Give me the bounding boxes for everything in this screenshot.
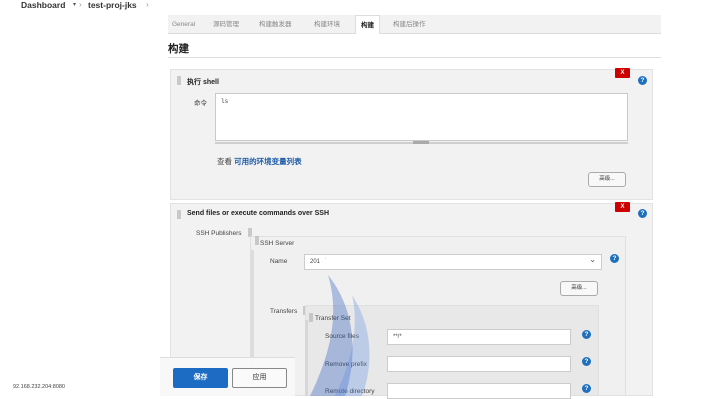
page-title: 构建: [168, 43, 189, 55]
name-select-value: 201: [310, 259, 321, 265]
breadcrumb: Dashboard ▾ › test-proj-jks ›: [0, 0, 701, 12]
source-files-input[interactable]: **/*: [387, 329, 571, 345]
drag-handle-icon[interactable]: [255, 236, 259, 245]
env-vars-link[interactable]: 可用的环境变量列表: [234, 157, 302, 166]
tab-general[interactable]: General: [172, 15, 195, 34]
tab-post-build[interactable]: 构建后操作: [393, 15, 426, 34]
select-tick: ˋ: [324, 259, 327, 265]
shell-step-title: 执行 shell: [187, 79, 219, 86]
chevron-down-icon: ⌄: [589, 255, 596, 264]
env-vars-prefix: 查看: [217, 157, 232, 166]
drag-handle-icon[interactable]: [177, 210, 181, 219]
chevron-right-icon: ›: [146, 0, 149, 9]
resize-grip-icon[interactable]: [413, 141, 429, 144]
ssh-step-title: Send files or execute commands over SSH: [187, 210, 329, 217]
command-label: 命令: [194, 100, 207, 107]
help-icon[interactable]: ?: [582, 330, 591, 339]
transfers-label: Transfers: [270, 308, 298, 315]
help-icon[interactable]: ?: [610, 254, 619, 263]
remove-prefix-input[interactable]: [387, 356, 571, 372]
command-text: ls: [221, 98, 229, 105]
help-icon[interactable]: ?: [638, 76, 647, 85]
help-icon[interactable]: ?: [638, 209, 647, 218]
section-divider: [168, 57, 661, 58]
ssh-publishers-label: SSH Publishers: [196, 230, 242, 237]
tab-triggers[interactable]: 构建触发器: [259, 15, 292, 34]
save-button[interactable]: 保存: [173, 368, 228, 388]
help-icon[interactable]: ?: [582, 384, 591, 393]
remote-directory-input[interactable]: [387, 383, 571, 399]
name-label: Name: [270, 258, 288, 265]
command-textarea[interactable]: ls: [215, 93, 628, 141]
drag-handle-icon[interactable]: [177, 76, 181, 85]
delete-shell-step-button[interactable]: X: [615, 68, 630, 78]
ssh-server-label: SSH Server: [260, 240, 295, 247]
help-icon[interactable]: ?: [582, 357, 591, 366]
breadcrumb-project[interactable]: test-proj-jks: [88, 0, 137, 10]
ssh-advanced-button[interactable]: 高级...: [560, 281, 598, 296]
apply-button[interactable]: 应用: [232, 368, 287, 388]
tab-build[interactable]: 构建: [355, 15, 380, 34]
breadcrumb-dashboard[interactable]: Dashboard: [21, 0, 65, 10]
delete-ssh-step-button[interactable]: X: [615, 202, 630, 212]
status-url: 92.168.232.204:8080: [13, 384, 65, 390]
chevron-down-icon[interactable]: ▾: [73, 1, 76, 8]
env-vars-line: 查看 可用的环境变量列表: [217, 156, 302, 167]
watermark-logo-icon: [310, 275, 370, 396]
name-select[interactable]: 201 ˋ ⌄: [304, 254, 602, 270]
tab-scm[interactable]: 源码管理: [213, 15, 239, 34]
chevron-right-icon: ›: [79, 0, 82, 9]
shell-advanced-button[interactable]: 高级...: [588, 172, 626, 187]
tab-build-env[interactable]: 构建环境: [314, 15, 340, 34]
